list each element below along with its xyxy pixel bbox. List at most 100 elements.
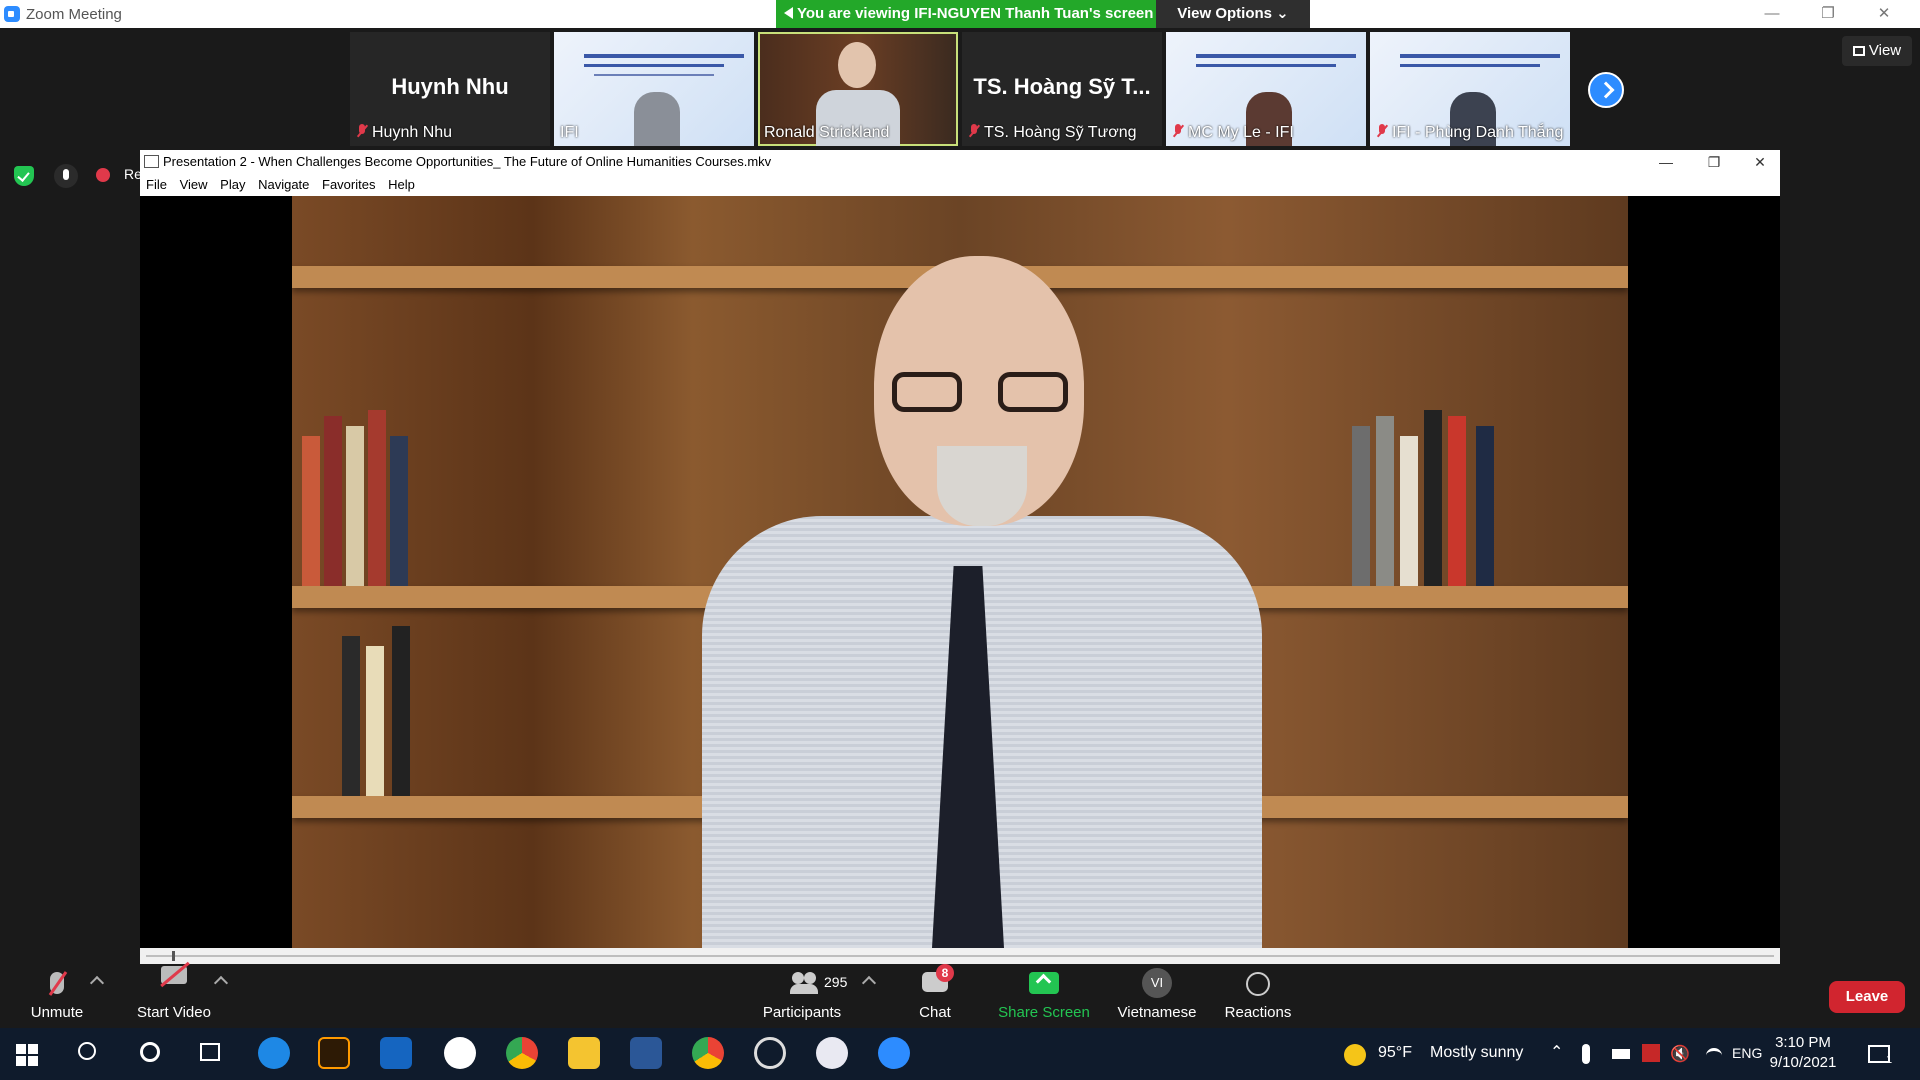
clock-date: 9/10/2021 bbox=[1769, 1054, 1837, 1071]
chat-unread-badge: 8 bbox=[936, 964, 954, 982]
close-button[interactable]: ✕ bbox=[1856, 0, 1912, 28]
participant-tile[interactable]: IFI bbox=[554, 32, 754, 146]
chrome-icon[interactable] bbox=[506, 1037, 538, 1069]
input-language[interactable]: ENG bbox=[1732, 1045, 1762, 1061]
start-video-button[interactable]: Start Video bbox=[130, 964, 218, 1028]
illustrator-icon[interactable] bbox=[318, 1037, 350, 1069]
mic-muted-icon bbox=[356, 124, 368, 138]
menu-play[interactable]: Play bbox=[220, 174, 245, 196]
participant-tile-active-speaker[interactable]: Ronald Strickland bbox=[758, 32, 958, 146]
menu-help[interactable]: Help bbox=[388, 174, 415, 196]
share-screen-icon bbox=[1029, 972, 1059, 994]
menu-navigate[interactable]: Navigate bbox=[258, 174, 309, 196]
notification-count: 1 bbox=[1886, 1054, 1893, 1066]
share-screen-button[interactable]: Share Screen bbox=[996, 964, 1092, 1028]
mail-icon[interactable] bbox=[380, 1037, 412, 1069]
video-frame[interactable] bbox=[292, 196, 1628, 948]
windows-taskbar: 95°F Mostly sunny ⌃ 🔇 ENG 3:10 PM 9/10/2… bbox=[0, 1028, 1920, 1080]
player-app-icon bbox=[144, 155, 159, 168]
chat-icon: 8 bbox=[922, 964, 954, 992]
restore-button[interactable]: ❐ bbox=[1800, 0, 1856, 28]
menu-view[interactable]: View bbox=[180, 174, 208, 196]
language-interpretation-button[interactable]: VI Vietnamese bbox=[1114, 964, 1200, 1028]
zoom-title-bar: Zoom Meeting You are viewing IFI-NGUYEN … bbox=[0, 0, 1920, 28]
zoom-app-icon bbox=[4, 6, 20, 22]
recording-icon[interactable] bbox=[96, 168, 110, 182]
menu-favorites[interactable]: Favorites bbox=[322, 174, 375, 196]
zoom-taskbar-icon[interactable] bbox=[878, 1037, 910, 1069]
smiley-icon bbox=[1246, 972, 1270, 996]
weather-desc[interactable]: Mostly sunny bbox=[1430, 1044, 1523, 1062]
microphone-icon[interactable] bbox=[1582, 1044, 1590, 1064]
mic-muted-icon bbox=[1172, 124, 1184, 138]
participant-video bbox=[634, 92, 680, 146]
participant-label: TS. Hoàng Sỹ Tương bbox=[968, 124, 1137, 142]
player-minimize-button[interactable]: — bbox=[1642, 150, 1690, 174]
system-clock[interactable]: 3:10 PM 9/10/2021 bbox=[1762, 1033, 1844, 1073]
player-restore-button[interactable]: ❐ bbox=[1690, 150, 1738, 174]
volume-muted-icon[interactable]: 🔇 bbox=[1670, 1044, 1690, 1064]
zalo-icon[interactable] bbox=[444, 1037, 476, 1069]
word-icon[interactable] bbox=[630, 1037, 662, 1069]
file-explorer-icon[interactable] bbox=[568, 1037, 600, 1069]
participant-label: Huynh Nhu bbox=[356, 124, 452, 142]
player-title-bar: Presentation 2 - When Challenges Become … bbox=[140, 150, 1780, 174]
menu-file[interactable]: File bbox=[146, 174, 167, 196]
audio-options-chevron-up-icon[interactable] bbox=[89, 975, 105, 991]
audio-status-icon[interactable] bbox=[54, 164, 78, 188]
wifi-icon[interactable] bbox=[1706, 1048, 1722, 1063]
participant-name-large: TS. Hoàng Sỹ T... bbox=[973, 74, 1151, 99]
vpn-icon[interactable] bbox=[1642, 1044, 1660, 1062]
participants-icon bbox=[790, 972, 818, 994]
participant-label: Ronald Strickland bbox=[764, 124, 890, 141]
edge-icon[interactable] bbox=[258, 1037, 290, 1069]
language-globe-icon: VI bbox=[1142, 968, 1172, 998]
participant-label: IFI - Phùng Danh Thắng bbox=[1376, 124, 1563, 142]
view-button[interactable]: View bbox=[1842, 36, 1912, 66]
participants-chevron-up-icon[interactable] bbox=[861, 975, 877, 991]
participant-tile[interactable]: IFI - Phùng Danh Thắng bbox=[1370, 32, 1570, 146]
participant-tile[interactable]: Huynh Nhu Huynh Nhu bbox=[350, 32, 550, 146]
participant-label: IFI bbox=[560, 124, 579, 141]
paint-icon[interactable] bbox=[816, 1037, 848, 1069]
cortana-icon[interactable] bbox=[140, 1042, 160, 1062]
seek-bar[interactable] bbox=[140, 948, 1780, 964]
viewing-screen-banner: You are viewing IFI-NGUYEN Thanh Tuan's … bbox=[776, 0, 1156, 28]
player-title: Presentation 2 - When Challenges Become … bbox=[163, 154, 772, 169]
chrome-profile-icon[interactable] bbox=[692, 1037, 724, 1069]
obs-icon[interactable] bbox=[754, 1037, 786, 1069]
reactions-button[interactable]: Reactions bbox=[1222, 964, 1294, 1028]
weather-temp[interactable]: 95°F bbox=[1378, 1044, 1412, 1062]
search-icon[interactable] bbox=[78, 1042, 96, 1060]
player-close-button[interactable]: ✕ bbox=[1736, 150, 1784, 174]
participant-tile[interactable]: MC My Le - IFI bbox=[1166, 32, 1366, 146]
meeting-toolbar: Unmute Start Video 295 Participants 8 Ch… bbox=[0, 964, 1920, 1028]
unmute-button[interactable]: Unmute bbox=[24, 964, 90, 1028]
next-page-icon[interactable] bbox=[1588, 72, 1624, 108]
leave-button[interactable]: Leave bbox=[1829, 981, 1905, 1013]
windows-start-icon[interactable] bbox=[16, 1044, 38, 1066]
minimize-button[interactable]: — bbox=[1744, 0, 1800, 28]
participant-tile[interactable]: TS. Hoàng Sỹ T... TS. Hoàng Sỹ Tương bbox=[962, 32, 1162, 146]
view-options-button[interactable]: View Options ⌄ bbox=[1156, 0, 1310, 28]
participants-button[interactable]: 295 Participants bbox=[756, 964, 848, 1028]
weather-icon bbox=[1344, 1044, 1366, 1066]
player-menu-bar: File View Play Navigate Favorites Help bbox=[140, 174, 1780, 196]
participant-label: MC My Le - IFI bbox=[1172, 124, 1294, 142]
battery-icon[interactable] bbox=[1612, 1049, 1630, 1059]
chat-button[interactable]: 8 Chat bbox=[910, 964, 960, 1028]
participants-count: 295 bbox=[824, 974, 848, 990]
chevron-up-icon[interactable]: ⌃ bbox=[1550, 1042, 1563, 1062]
window-title: Zoom Meeting bbox=[26, 6, 122, 23]
banner-text: You are viewing IFI-NGUYEN Thanh Tuan's … bbox=[797, 5, 1154, 22]
media-player-window: Presentation 2 - When Challenges Become … bbox=[140, 150, 1780, 964]
mic-muted-icon bbox=[1376, 124, 1388, 138]
video-off-icon bbox=[161, 966, 187, 984]
participant-name-large: Huynh Nhu bbox=[391, 74, 509, 99]
security-shield-icon[interactable] bbox=[14, 166, 34, 186]
seek-handle[interactable] bbox=[172, 951, 175, 961]
speaker-glasses bbox=[892, 372, 1068, 414]
microphone-muted-icon bbox=[50, 972, 64, 994]
task-view-icon[interactable] bbox=[200, 1043, 220, 1061]
clock-time: 3:10 PM bbox=[1775, 1034, 1831, 1051]
